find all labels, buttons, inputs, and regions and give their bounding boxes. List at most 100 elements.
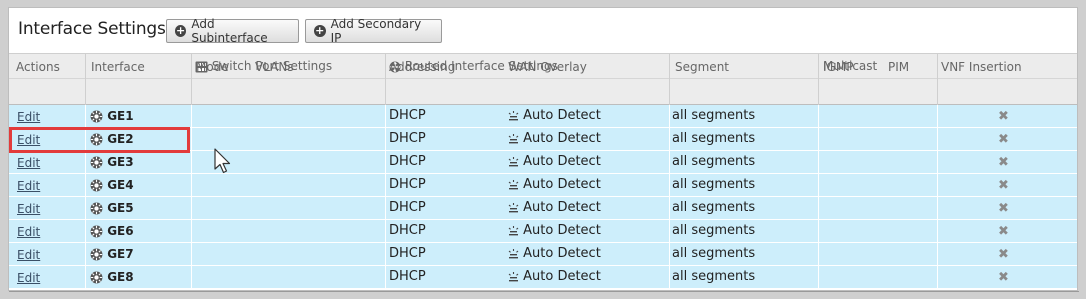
edit-link[interactable]: Edit [17, 179, 40, 193]
cell-divider [85, 197, 86, 220]
interface-icon [90, 224, 103, 238]
plus-circle-icon: + [314, 24, 326, 37]
cell-divider [385, 174, 386, 197]
col-vnf-insertion: VNF Insertion [941, 60, 1022, 74]
cell-divider [818, 128, 819, 151]
cell-divider [191, 197, 192, 220]
cell-divider [937, 151, 938, 174]
wan-overlay-value: Auto Detect [523, 246, 601, 261]
auto-detect-icon [508, 200, 519, 215]
edit-link[interactable]: Edit [17, 110, 40, 124]
selection-highlight [9, 127, 190, 153]
col-addressing: Addressing [389, 60, 456, 74]
cell-divider [937, 105, 938, 128]
col-segment: Segment [675, 60, 729, 74]
cell-divider [669, 174, 670, 197]
edit-link[interactable]: Edit [17, 156, 40, 170]
cell-divider [85, 151, 86, 174]
column-header-row [9, 79, 1077, 105]
interface-cell: GE5 [90, 201, 134, 215]
cell-divider [669, 266, 670, 289]
add-secondary-ip-button[interactable]: + Add Secondary IP [305, 17, 442, 45]
auto-detect-icon [508, 154, 519, 169]
auto-detect-icon [508, 269, 519, 284]
segment-cell: all segments [672, 154, 756, 169]
addressing-cell: DHCP [389, 223, 426, 238]
cell-divider [385, 105, 386, 128]
cell-divider [85, 243, 86, 266]
wan-overlay-cell: Auto Detect [508, 269, 601, 284]
edit-link[interactable]: Edit [17, 248, 40, 262]
x-icon[interactable]: ✖ [998, 201, 1009, 216]
edit-link[interactable]: Edit [17, 202, 40, 216]
cell-divider [937, 243, 938, 266]
cell-divider [85, 266, 86, 289]
auto-detect-icon [508, 131, 519, 146]
interface-icon [90, 270, 103, 284]
cell-divider [191, 128, 192, 151]
col-divider [385, 53, 386, 105]
auto-detect-icon [508, 108, 519, 123]
wan-overlay-cell: Auto Detect [508, 154, 601, 169]
cell-divider [669, 105, 670, 128]
plus-circle-icon: + [175, 24, 187, 37]
cell-divider [937, 197, 938, 220]
auto-detect-icon [508, 177, 519, 192]
interface-cell: GE3 [90, 155, 134, 169]
wan-overlay-cell: Auto Detect [508, 108, 601, 123]
interface-cell: GE4 [90, 178, 134, 192]
wan-overlay-value: Auto Detect [523, 108, 601, 123]
col-wan-overlay: WAN Overlay [508, 60, 587, 74]
cell-divider [937, 174, 938, 197]
add-subinterface-button[interactable]: + Add Subinterface [166, 17, 299, 45]
cell-divider [818, 151, 819, 174]
interface-icon [90, 155, 103, 169]
interface-name: GE6 [107, 224, 134, 238]
addressing-cell: DHCP [389, 246, 426, 261]
addressing-cell: DHCP [389, 108, 426, 123]
col-igmp: IGMP [823, 60, 854, 74]
interface-cell: GE7 [90, 247, 134, 261]
wan-overlay-cell: Auto Detect [508, 223, 601, 238]
segment-cell: all segments [672, 200, 756, 215]
cell-divider [191, 220, 192, 243]
cell-divider [937, 220, 938, 243]
table-row: Edit GE7 DHCP Auto Detect all segments ✖ [9, 243, 1077, 266]
interface-name: GE8 [107, 270, 134, 284]
cell-divider [669, 128, 670, 151]
x-icon[interactable]: ✖ [998, 247, 1009, 262]
cell-divider [385, 128, 386, 151]
x-icon[interactable]: ✖ [998, 109, 1009, 124]
interface-name: GE3 [107, 155, 134, 169]
wan-overlay-cell: Auto Detect [508, 246, 601, 261]
cell-divider [191, 174, 192, 197]
col-divider [85, 53, 86, 105]
cell-divider [191, 243, 192, 266]
col-divider [937, 53, 938, 105]
col-mode: Mode [196, 60, 229, 74]
col-divider [818, 53, 819, 105]
interface-icon [90, 201, 103, 215]
wan-overlay-value: Auto Detect [523, 200, 601, 215]
edit-link[interactable]: Edit [17, 225, 40, 239]
interface-icon [90, 178, 103, 192]
x-icon[interactable]: ✖ [998, 178, 1009, 193]
cell-divider [191, 151, 192, 174]
interface-cell: GE8 [90, 270, 134, 284]
cell-divider [937, 128, 938, 151]
cell-divider [669, 151, 670, 174]
x-icon[interactable]: ✖ [998, 224, 1009, 239]
interface-icon [90, 247, 103, 261]
x-icon[interactable]: ✖ [998, 270, 1009, 285]
cell-divider [191, 266, 192, 289]
cell-divider [85, 174, 86, 197]
cell-divider [818, 105, 819, 128]
edit-link[interactable]: Edit [17, 271, 40, 285]
cell-divider [85, 220, 86, 243]
interface-icon [90, 109, 103, 123]
x-icon[interactable]: ✖ [998, 132, 1009, 147]
cell-divider [385, 151, 386, 174]
x-icon[interactable]: ✖ [998, 155, 1009, 170]
wan-overlay-value: Auto Detect [523, 154, 601, 169]
addressing-cell: DHCP [389, 200, 426, 215]
